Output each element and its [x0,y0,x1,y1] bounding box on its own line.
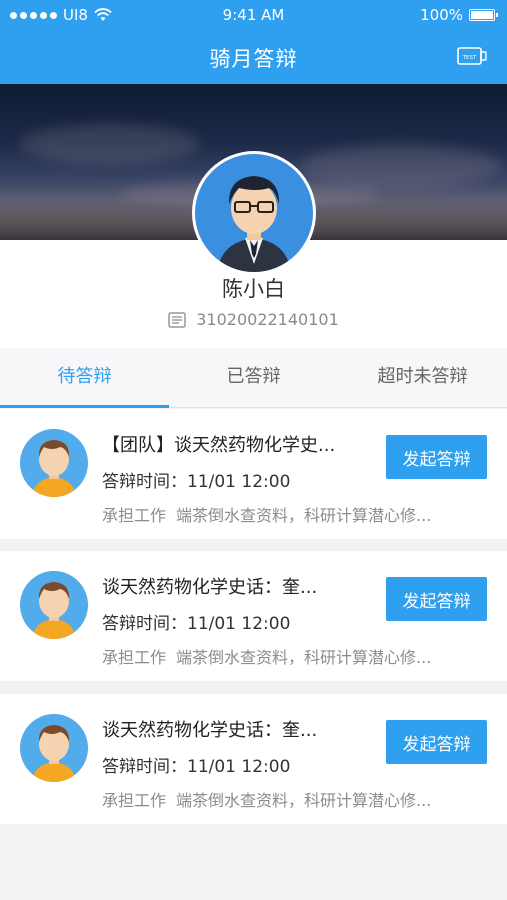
page-title: 骑月答辩 [209,47,298,71]
student-avatar-icon [32,440,76,497]
student-id-row: 31020022140101 [0,310,507,329]
tab-pending[interactable]: 待答辩 [0,348,169,408]
card-time: 答辩时间：11/01 12:00 [102,472,291,492]
user-name: 陈小白 [222,277,285,301]
start-defense-button[interactable]: 发起答辩 [386,435,487,479]
card-title: 谈天然药物化学史话：奎... [102,720,318,741]
student-avatar-icon [32,582,76,639]
avatar [20,571,88,639]
avatar [20,429,88,497]
start-defense-button[interactable]: 发起答辩 [386,720,487,764]
user-avatar-icon [217,176,291,272]
start-defense-button[interactable]: 发起答辩 [386,577,487,621]
card-desc: 承担工作 端茶倒水查资料，科研计算潜心修... [102,506,432,525]
id-card-icon [168,311,186,328]
list-item[interactable]: 谈天然药物化学史话：奎... 答辩时间：11/01 12:00 承担工作 端茶倒水… [0,694,507,824]
card-title: 谈天然药物化学史话：奎... [102,577,318,598]
card-desc: 承担工作 端茶倒水查资料，科研计算潜心修... [102,648,432,667]
card-time: 答辩时间：11/01 12:00 [102,757,291,777]
list-item[interactable]: 谈天然药物化学史话：奎... 答辩时间：11/01 12:00 承担工作 端茶倒水… [0,551,507,681]
battery-percent: 100% [420,6,463,24]
avatar [192,151,316,275]
avatar [20,714,88,782]
nav-bar: 骑月答辩 TEST [0,30,507,84]
battery-icon [469,9,498,21]
student-id: 31020022140101 [196,310,339,329]
svg-text:TEST: TEST [462,55,477,61]
card-time: 答辩时间：11/01 12:00 [102,614,291,634]
student-avatar-icon [32,725,76,782]
tab-completed[interactable]: 已答辩 [169,348,338,408]
tab-overdue[interactable]: 超时未答辩 [338,348,507,408]
tab-indicator [0,405,169,408]
test-badge-icon[interactable]: TEST [457,45,487,69]
card-title: 【团队】谈天然药物化学史... [102,435,336,456]
status-right: 100% [420,6,498,24]
status-bar: UI8 9:41 AM 100% [0,0,507,30]
card-desc: 承担工作 端茶倒水查资料，科研计算潜心修... [102,791,432,810]
list-item[interactable]: 【团队】谈天然药物化学史... 答辩时间：11/01 12:00 承担工作 端茶倒… [0,409,507,539]
tab-bar: 待答辩 已答辩 超时未答辩 [0,348,507,408]
